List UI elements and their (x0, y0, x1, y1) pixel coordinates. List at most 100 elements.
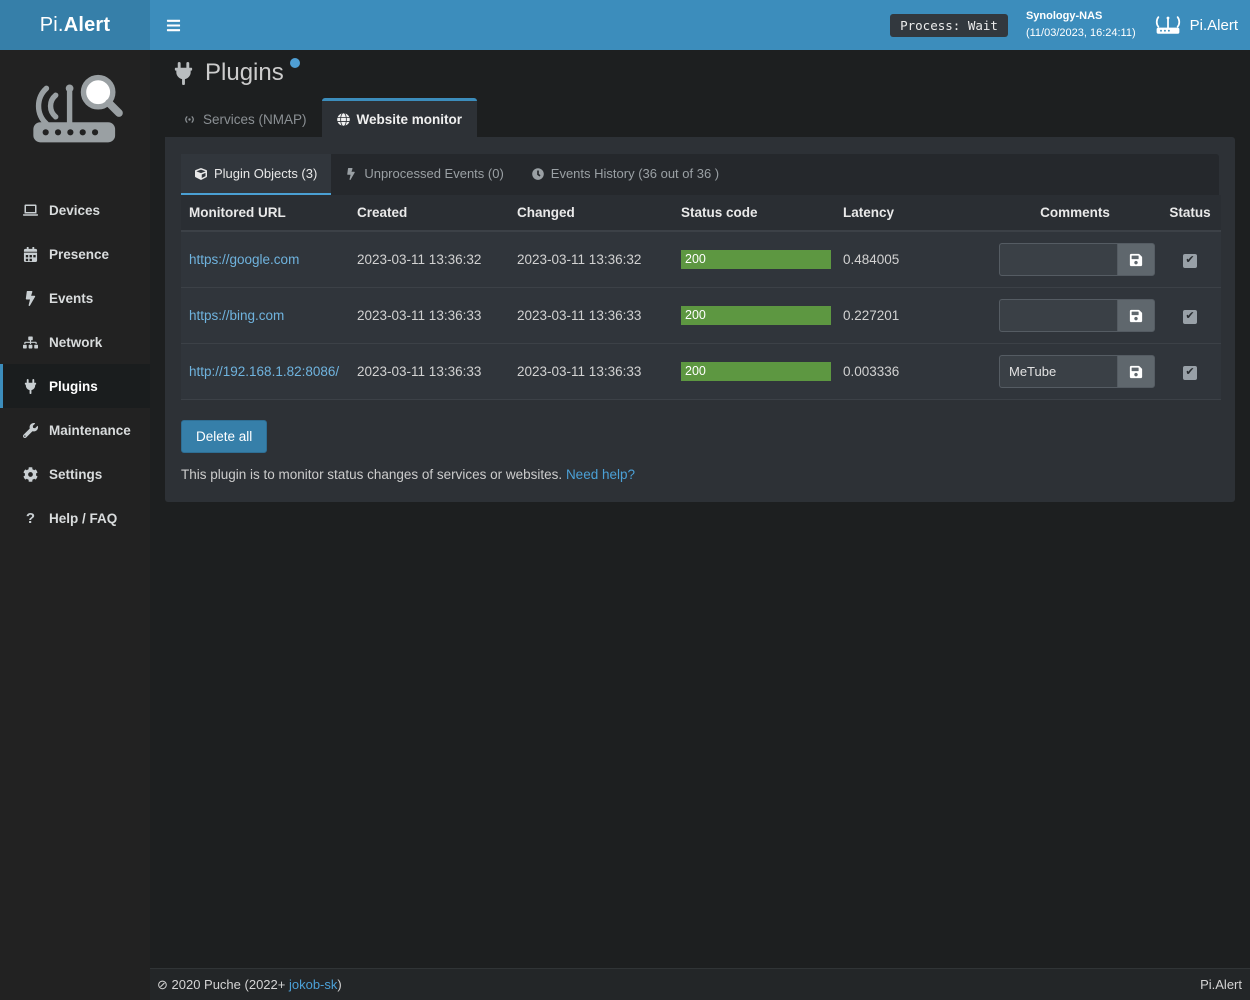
cube-icon (195, 168, 207, 180)
plugin-description-text: This plugin is to monitor status changes… (181, 467, 562, 482)
table-row: https://bing.com 2023-03-11 13:36:33 202… (181, 288, 1221, 344)
column-header-monitored-url: Monitored URL (181, 195, 349, 231)
sidebar-item-label: Help / FAQ (49, 511, 117, 526)
footer-copyright-text: ⊘ 2020 Puche (2022+ (157, 977, 289, 992)
column-header-created: Created (349, 195, 509, 231)
sidebar-item-presence[interactable]: Presence (0, 232, 150, 276)
sidebar-logo (0, 50, 150, 180)
latency-cell: 0.003336 (835, 344, 991, 400)
question-icon: ? (22, 511, 39, 526)
sidebar-item-label: Presence (49, 247, 109, 262)
save-icon (1129, 309, 1143, 323)
signal-icon (183, 113, 196, 126)
brand-logo[interactable]: Pi.Alert (0, 0, 150, 50)
footer-author-link[interactable]: jokob-sk (289, 977, 337, 992)
sidebar: Devices Presence Events Network Plugins … (0, 50, 150, 1000)
calendar-icon (22, 247, 39, 262)
table-row: http://192.168.1.82:8086/ 2023-03-11 13:… (181, 344, 1221, 400)
monitored-urls-table: Monitored URL Created Changed Status cod… (181, 195, 1221, 400)
column-header-status-code: Status code (673, 195, 835, 231)
plugin-description: This plugin is to monitor status changes… (181, 467, 1219, 482)
clock-icon (532, 168, 544, 180)
plug-icon (22, 379, 39, 394)
header-app-brand[interactable]: Pi.Alert (1154, 14, 1238, 36)
sidebar-item-network[interactable]: Network (0, 320, 150, 364)
delete-all-button[interactable]: Delete all (181, 420, 267, 453)
website-monitor-panel: Plugin Objects (3) Unprocessed Events (0… (165, 137, 1235, 502)
bolt-icon (345, 168, 357, 180)
device-info: Synology-NAS (11/03/2023, 16:24:11) (1026, 8, 1136, 42)
laptop-icon (22, 203, 39, 218)
router-search-logo-icon (21, 66, 129, 160)
device-timestamp: (11/03/2023, 16:24:11) (1026, 25, 1136, 42)
globe-icon (337, 113, 350, 126)
column-header-latency: Latency (835, 195, 991, 231)
sidebar-toggle-button[interactable] (150, 0, 196, 50)
sidebar-item-devices[interactable]: Devices (0, 188, 150, 232)
created-cell: 2023-03-11 13:36:33 (349, 344, 509, 400)
sidebar-item-maintenance[interactable]: Maintenance (0, 408, 150, 452)
sidebar-item-label: Events (49, 291, 93, 306)
inner-tab-label: Plugin Objects (3) (214, 166, 317, 181)
info-badge[interactable] (290, 58, 300, 68)
sidebar-item-label: Plugins (49, 379, 98, 394)
device-name: Synology-NAS (1026, 8, 1136, 25)
sitemap-icon (22, 335, 39, 350)
inner-tab-label: Events History (36 out of 36 ) (551, 166, 719, 181)
monitored-url-link[interactable]: https://bing.com (189, 308, 284, 323)
top-header: Pi.Alert Process: Wait Synology-NAS (11/… (0, 0, 1250, 50)
tab-label: Website monitor (357, 112, 463, 127)
page-title: Plugins (173, 59, 300, 87)
monitored-url-link[interactable]: http://192.168.1.82:8086/ (189, 364, 339, 379)
tab-website-monitor[interactable]: Website monitor (322, 98, 478, 137)
sidebar-item-settings[interactable]: Settings (0, 452, 150, 496)
bars-icon (166, 18, 181, 33)
inner-tab-plugin-objects[interactable]: Plugin Objects (3) (181, 154, 331, 195)
column-header-changed: Changed (509, 195, 673, 231)
status-checkbox[interactable] (1183, 254, 1197, 268)
main-content: Plugins Services (NMAP) Website monitor … (150, 50, 1250, 968)
sidebar-menu: Devices Presence Events Network Plugins … (0, 188, 150, 540)
footer-copyright-suffix: ) (337, 977, 341, 992)
monitored-url-link[interactable]: https://google.com (189, 252, 299, 267)
plugin-inner-tabs: Plugin Objects (3) Unprocessed Events (0… (181, 154, 1219, 195)
status-checkbox[interactable] (1183, 310, 1197, 324)
sidebar-item-label: Maintenance (49, 423, 131, 438)
save-icon (1129, 253, 1143, 267)
inner-tab-unprocessed-events[interactable]: Unprocessed Events (0) (331, 154, 517, 195)
tab-services-nmap[interactable]: Services (NMAP) (168, 98, 322, 137)
column-header-status: Status (1159, 195, 1221, 231)
status-code-bar: 200 (681, 250, 831, 269)
page-title-text: Plugins (205, 59, 284, 87)
process-status-badge: Process: Wait (890, 14, 1008, 37)
latency-cell: 0.227201 (835, 288, 991, 344)
changed-cell: 2023-03-11 13:36:33 (509, 344, 673, 400)
sidebar-item-events[interactable]: Events (0, 276, 150, 320)
status-code-bar: 200 (681, 362, 831, 381)
wrench-icon (22, 423, 39, 438)
header-app-name: Pi.Alert (1190, 17, 1238, 34)
comment-input[interactable] (999, 355, 1117, 388)
sidebar-item-help-faq[interactable]: ? Help / FAQ (0, 496, 150, 540)
plugin-tabs: Services (NMAP) Website monitor (165, 98, 1235, 137)
brand-bold: Alert (64, 14, 111, 37)
save-comment-button[interactable] (1117, 299, 1155, 332)
comment-input[interactable] (999, 299, 1117, 332)
comment-input[interactable] (999, 243, 1117, 276)
inner-tab-events-history[interactable]: Events History (36 out of 36 ) (518, 154, 733, 195)
created-cell: 2023-03-11 13:36:33 (349, 288, 509, 344)
sidebar-item-label: Devices (49, 203, 100, 218)
table-header-row: Monitored URL Created Changed Status cod… (181, 195, 1221, 231)
gear-icon (22, 467, 39, 482)
status-checkbox[interactable] (1183, 366, 1197, 380)
plug-icon (173, 62, 194, 85)
need-help-link[interactable]: Need help? (566, 467, 635, 482)
save-comment-button[interactable] (1117, 355, 1155, 388)
router-icon (1154, 14, 1182, 36)
save-comment-button[interactable] (1117, 243, 1155, 276)
inner-tab-label: Unprocessed Events (0) (364, 166, 503, 181)
changed-cell: 2023-03-11 13:36:32 (509, 231, 673, 288)
footer-brand: Pi.Alert (1200, 977, 1242, 992)
created-cell: 2023-03-11 13:36:32 (349, 231, 509, 288)
sidebar-item-plugins[interactable]: Plugins (0, 364, 150, 408)
